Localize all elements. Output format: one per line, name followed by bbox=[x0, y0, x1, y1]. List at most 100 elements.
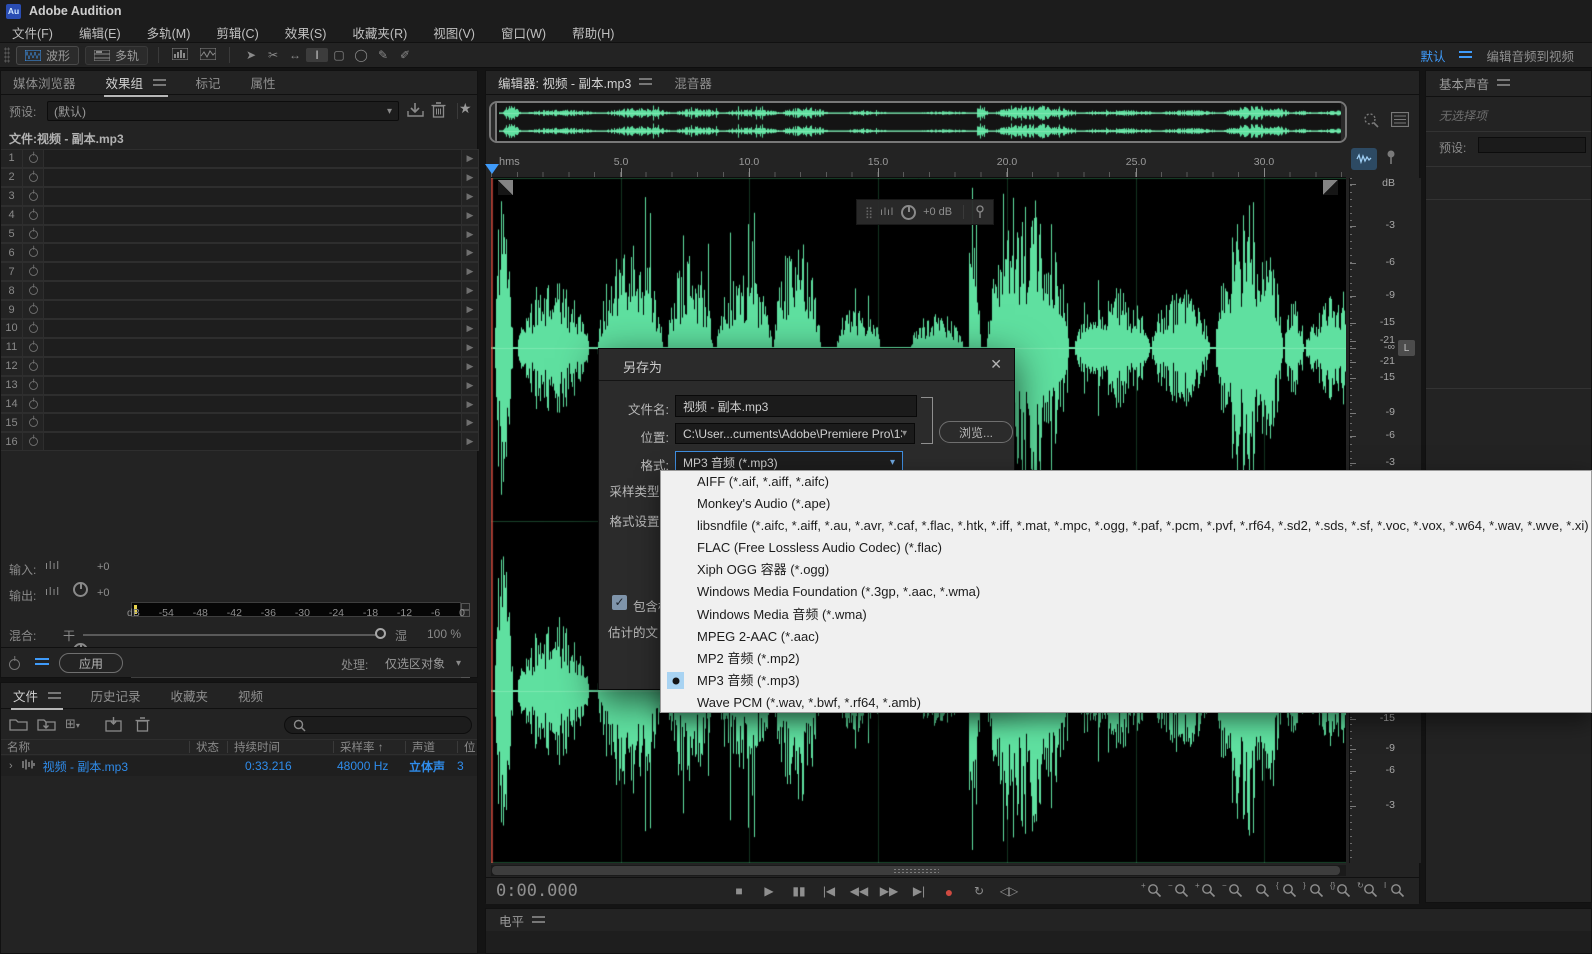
files-column-header[interactable]: 声道 bbox=[405, 741, 457, 753]
stop-button[interactable]: ■ bbox=[729, 884, 749, 900]
workspace-edit-audio-to-video-tab[interactable]: 编辑音频到视频 bbox=[1486, 46, 1574, 65]
preset-select[interactable]: (默认)▾ bbox=[47, 101, 399, 121]
include-markers-checkbox[interactable]: ✓ bbox=[612, 595, 627, 610]
effect-slot[interactable] bbox=[44, 413, 462, 432]
effect-power-icon[interactable] bbox=[23, 432, 44, 451]
effect-power-icon[interactable] bbox=[23, 187, 44, 206]
spectral-pitch-display-icon[interactable] bbox=[197, 48, 219, 63]
effect-power-icon[interactable] bbox=[23, 376, 44, 395]
skip-to-end-button[interactable]: ▶| bbox=[909, 884, 929, 900]
levels-menu-icon[interactable] bbox=[532, 916, 545, 925]
input-gain-knob[interactable] bbox=[73, 582, 88, 597]
razor-tool[interactable]: ✂ bbox=[262, 48, 284, 62]
format-option[interactable]: MP3 音频 (*.mp3) bbox=[661, 670, 1591, 692]
effect-slot[interactable] bbox=[44, 319, 462, 338]
effect-power-icon[interactable] bbox=[23, 338, 44, 357]
files-column-header[interactable]: 名称 bbox=[1, 741, 189, 753]
delete-preset-trash-icon[interactable] bbox=[431, 102, 446, 123]
files-panel-tab-3[interactable]: 视频 bbox=[238, 686, 263, 705]
zoom-to-selection-button[interactable]: {} bbox=[1336, 883, 1351, 898]
paintbrush-tool[interactable]: ✎ bbox=[372, 48, 394, 62]
files-search-input[interactable] bbox=[284, 716, 472, 734]
effect-slot-arrow-icon[interactable]: ▶ bbox=[462, 149, 479, 168]
effect-slot[interactable] bbox=[44, 395, 462, 414]
effect-power-icon[interactable] bbox=[23, 357, 44, 376]
zoom-navigate-icon[interactable] bbox=[1362, 111, 1380, 134]
skip-to-start-button[interactable]: |◀ bbox=[819, 884, 839, 900]
effect-slot[interactable] bbox=[44, 281, 462, 300]
toolbar-grip[interactable] bbox=[4, 47, 10, 63]
fade-out-handle[interactable] bbox=[1323, 180, 1338, 195]
effect-power-icon[interactable] bbox=[23, 168, 44, 187]
mix-slider-handle[interactable] bbox=[375, 628, 386, 639]
marquee-selection-tool[interactable]: ▢ bbox=[328, 48, 350, 62]
left-channel-badge[interactable]: L bbox=[1398, 340, 1415, 356]
effects-panel-tab-3[interactable]: 属性 bbox=[251, 73, 276, 92]
save-preset-icon[interactable] bbox=[407, 102, 424, 123]
zoom-in-time-button[interactable]: + bbox=[1201, 883, 1216, 898]
skip-selection-button[interactable]: ◁▷ bbox=[999, 884, 1019, 900]
effect-slot[interactable] bbox=[44, 206, 462, 225]
effect-slot-arrow-icon[interactable]: ▶ bbox=[462, 357, 479, 376]
playhead-marker[interactable] bbox=[485, 164, 499, 174]
effect-power-icon[interactable] bbox=[23, 281, 44, 300]
files-panel-tab-0[interactable]: 文件 bbox=[13, 686, 61, 705]
timeline-ruler[interactable]: hms 5.010.015.020.025.030.0 bbox=[491, 153, 1346, 178]
browse-button[interactable]: 浏览... bbox=[939, 421, 1013, 443]
effects-panel-tab-1[interactable]: 效果组 bbox=[106, 73, 166, 92]
zoom-out-time-button[interactable]: − bbox=[1228, 883, 1243, 898]
waveform-overview-strip[interactable] bbox=[489, 101, 1347, 143]
mixer-tab[interactable]: 混音器 bbox=[674, 73, 712, 92]
effect-power-icon[interactable] bbox=[23, 149, 44, 168]
zoom-in-amplitude-button[interactable]: + bbox=[1147, 883, 1162, 898]
effects-panel-tab-2[interactable]: 标记 bbox=[196, 73, 221, 92]
spot-healing-brush-tool[interactable]: ✐ bbox=[394, 48, 416, 62]
effect-slot-arrow-icon[interactable]: ▶ bbox=[462, 262, 479, 281]
essential-sound-menu-icon[interactable] bbox=[1497, 79, 1510, 88]
apply-button[interactable]: 应用 bbox=[59, 653, 123, 673]
menu-item-5[interactable]: 收藏夹(R) bbox=[352, 23, 407, 42]
effect-slot[interactable] bbox=[44, 300, 462, 319]
menu-item-7[interactable]: 窗口(W) bbox=[501, 23, 546, 42]
effects-panel-tab-0[interactable]: 媒体浏览器 bbox=[13, 73, 76, 92]
format-option[interactable]: MP2 音频 (*.mp2) bbox=[661, 648, 1591, 670]
effect-slot[interactable] bbox=[44, 338, 462, 357]
effect-slot-arrow-icon[interactable]: ▶ bbox=[462, 281, 479, 300]
gain-hud[interactable]: ⣿ ılıl +0 dB bbox=[856, 199, 994, 225]
effect-slot-arrow-icon[interactable]: ▶ bbox=[462, 300, 479, 319]
zoom-out-amplitude-button[interactable]: − bbox=[1174, 883, 1189, 898]
dialog-close-icon[interactable]: ✕ bbox=[990, 356, 1002, 373]
format-option[interactable]: AIFF (*.aif, *.aiff, *.aifc) bbox=[661, 471, 1591, 493]
menu-item-6[interactable]: 视图(V) bbox=[433, 23, 475, 42]
effect-slot[interactable] bbox=[44, 225, 462, 244]
format-option[interactable]: MPEG 2-AAC (*.aac) bbox=[661, 626, 1591, 648]
fade-in-handle[interactable] bbox=[498, 180, 513, 195]
effect-slot[interactable] bbox=[44, 357, 462, 376]
effect-power-icon[interactable] bbox=[23, 395, 44, 414]
effect-slot[interactable] bbox=[44, 376, 462, 395]
files-panel-tab-2[interactable]: 收藏夹 bbox=[171, 686, 209, 705]
effect-slot-arrow-icon[interactable]: ▶ bbox=[462, 225, 479, 244]
waveform-spectral-toggle-icon[interactable] bbox=[1351, 148, 1377, 170]
loop-playback-button[interactable]: ↻ bbox=[969, 884, 989, 900]
format-option[interactable]: Xiph OGG 容器 (*.ogg) bbox=[661, 559, 1591, 581]
save-file-icon[interactable] bbox=[105, 717, 122, 737]
delete-file-trash-icon[interactable] bbox=[135, 717, 150, 737]
editor-tab[interactable]: 编辑器: 视频 - 副本.mp3 bbox=[498, 73, 652, 92]
menu-item-8[interactable]: 帮助(H) bbox=[572, 23, 614, 42]
open-file-folder-icon[interactable] bbox=[9, 717, 28, 736]
files-column-header[interactable]: 位 bbox=[457, 741, 477, 753]
fast-forward-button[interactable]: ▶▶ bbox=[879, 884, 899, 900]
effect-power-icon[interactable] bbox=[23, 225, 44, 244]
lasso-selection-tool[interactable]: ◯ bbox=[350, 48, 372, 62]
workspace-default-tab[interactable]: 默认 bbox=[1420, 46, 1445, 65]
hud-grip-icon[interactable]: ⣿ bbox=[865, 206, 873, 219]
files-column-header[interactable]: 持续时间 bbox=[227, 741, 333, 753]
effect-slot-arrow-icon[interactable]: ▶ bbox=[462, 187, 479, 206]
effect-slot-arrow-icon[interactable]: ▶ bbox=[462, 168, 479, 187]
waveform-view-button[interactable]: 波形 bbox=[16, 46, 79, 65]
slip-tool[interactable]: ↔ bbox=[284, 48, 306, 62]
dialog-title-bar[interactable]: 另存为 ✕ bbox=[599, 349, 1014, 381]
format-option[interactable]: Monkey's Audio (*.ape) bbox=[661, 493, 1591, 515]
record-button[interactable]: ● bbox=[939, 884, 959, 900]
